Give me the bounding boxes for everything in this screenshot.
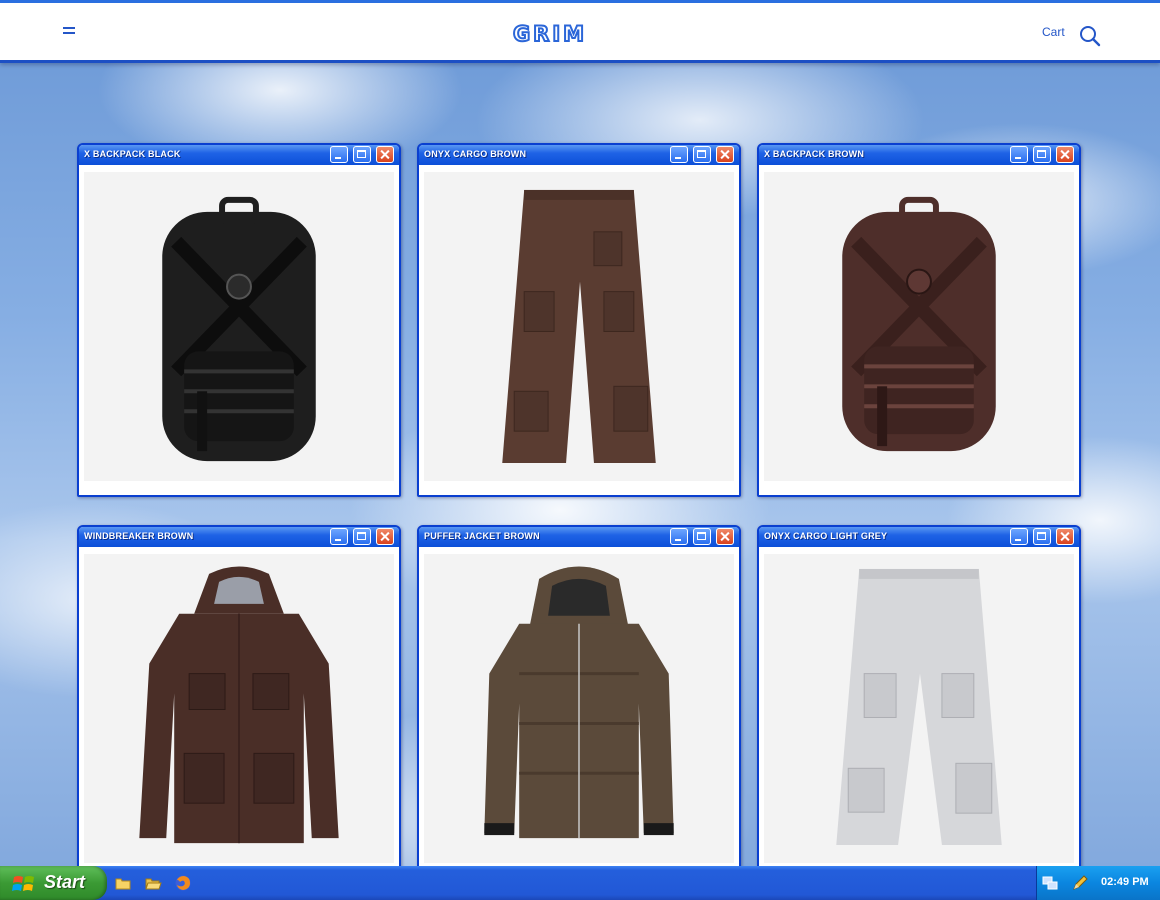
product-window[interactable]: ONYX CARGO LIGHT GREY <box>757 525 1081 879</box>
firefox-icon[interactable] <box>174 874 192 892</box>
product-window[interactable]: X BACKPACK BLACK <box>77 143 401 497</box>
product-title: X BACKPACK BLACK <box>84 149 181 159</box>
folder-icon[interactable] <box>114 874 132 892</box>
product-window[interactable]: WINDBREAKER BROWN <box>77 525 401 879</box>
maximize-button[interactable] <box>693 146 711 163</box>
minimize-button[interactable] <box>330 528 348 545</box>
window-titlebar[interactable]: X BACKPACK BROWN <box>759 145 1079 165</box>
product-image-black-backpack[interactable] <box>84 172 394 481</box>
product-image-brown-cargo-pants[interactable] <box>424 172 734 481</box>
minimize-button[interactable] <box>1010 528 1028 545</box>
maximize-button[interactable] <box>353 528 371 545</box>
close-button[interactable] <box>1056 528 1074 545</box>
window-titlebar[interactable]: ONYX CARGO LIGHT GREY <box>759 527 1079 547</box>
window-titlebar[interactable]: PUFFER JACKET BROWN <box>419 527 739 547</box>
taskbar: Start 02:49 PM <box>0 866 1160 900</box>
network-icon[interactable] <box>1041 874 1059 892</box>
close-button[interactable] <box>716 146 734 163</box>
hamburger-menu-icon[interactable] <box>63 27 77 37</box>
folder-open-icon[interactable] <box>144 874 162 892</box>
taskbar-clock: 02:49 PM <box>1101 876 1149 888</box>
product-image-brown-windbreaker[interactable] <box>84 554 394 863</box>
product-image-brown-puffer-jacket[interactable] <box>424 554 734 863</box>
product-window[interactable]: PUFFER JACKET BROWN <box>417 525 741 879</box>
system-tray: 02:49 PM <box>1036 866 1160 900</box>
window-titlebar[interactable]: WINDBREAKER BROWN <box>79 527 399 547</box>
product-window[interactable]: X BACKPACK BROWN <box>757 143 1081 497</box>
windows-logo-icon <box>12 876 34 891</box>
cart-link[interactable]: Cart <box>1042 25 1065 39</box>
maximize-button[interactable] <box>1033 528 1051 545</box>
close-button[interactable] <box>1056 146 1074 163</box>
search-icon[interactable] <box>1079 25 1101 47</box>
product-title: PUFFER JACKET BROWN <box>424 531 540 541</box>
maximize-button[interactable] <box>693 528 711 545</box>
product-image-light-grey-cargo-pants[interactable] <box>764 554 1074 863</box>
product-title: WINDBREAKER BROWN <box>84 531 194 541</box>
start-label: Start <box>44 872 86 892</box>
window-titlebar[interactable]: ONYX CARGO BROWN <box>419 145 739 165</box>
product-title: ONYX CARGO BROWN <box>424 149 527 159</box>
product-image-brown-backpack[interactable] <box>764 172 1074 481</box>
brand-logo[interactable]: GRIM <box>480 19 620 49</box>
site-header: GRIM Cart <box>0 0 1160 63</box>
close-button[interactable] <box>716 528 734 545</box>
maximize-button[interactable] <box>1033 146 1051 163</box>
window-titlebar[interactable]: X BACKPACK BLACK <box>79 145 399 165</box>
pencil-icon[interactable] <box>1071 874 1089 892</box>
minimize-button[interactable] <box>670 528 688 545</box>
minimize-button[interactable] <box>330 146 348 163</box>
start-button[interactable]: Start <box>0 866 107 900</box>
product-title: ONYX CARGO LIGHT GREY <box>764 531 888 541</box>
close-button[interactable] <box>376 146 394 163</box>
minimize-button[interactable] <box>670 146 688 163</box>
close-button[interactable] <box>376 528 394 545</box>
product-window[interactable]: ONYX CARGO BROWN <box>417 143 741 497</box>
minimize-button[interactable] <box>1010 146 1028 163</box>
product-title: X BACKPACK BROWN <box>764 149 865 159</box>
maximize-button[interactable] <box>353 146 371 163</box>
